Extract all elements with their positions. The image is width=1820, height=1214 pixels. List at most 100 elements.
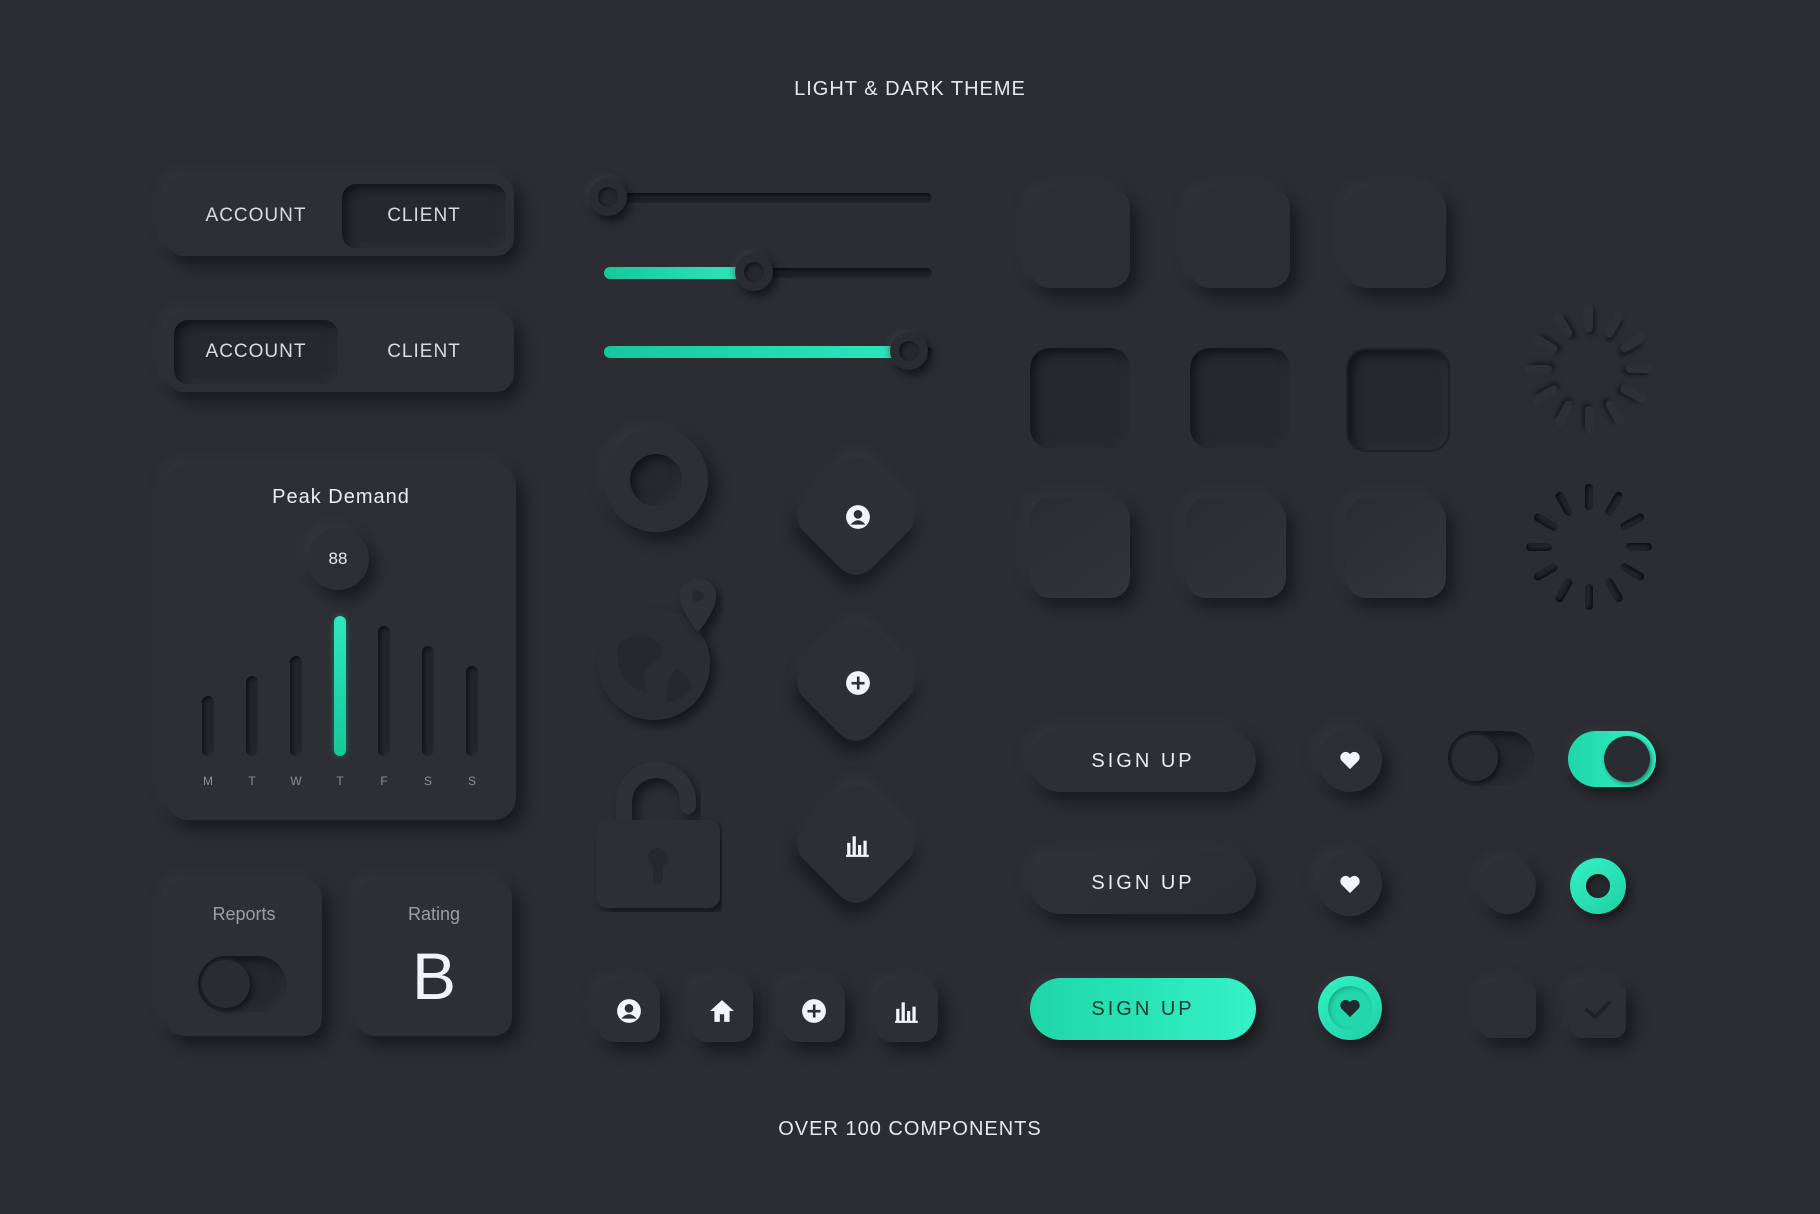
favorite-button-2[interactable] xyxy=(1318,852,1382,916)
day-label: S xyxy=(467,774,476,788)
demand-bar xyxy=(466,666,478,756)
tile-gradient-2[interactable] xyxy=(1186,498,1286,598)
spinner-spoke xyxy=(1554,490,1574,517)
spinner-spoke xyxy=(1619,562,1646,582)
toggle-on[interactable] xyxy=(1568,731,1656,787)
signup-button-raised[interactable]: SIGN UP xyxy=(1030,730,1256,792)
rating-label: Rating xyxy=(407,904,461,924)
home-square-button[interactable] xyxy=(691,980,753,1042)
signup-button-accent[interactable]: SIGN UP xyxy=(1030,978,1256,1040)
user-icon xyxy=(843,502,873,532)
user-icon xyxy=(617,999,641,1023)
toggle-off[interactable] xyxy=(1448,731,1534,785)
reports-card: Reports xyxy=(166,880,322,1036)
tile-pressed-3[interactable] xyxy=(1346,348,1450,452)
slider-3-fill xyxy=(604,346,910,358)
user-square-button[interactable] xyxy=(598,980,660,1042)
tile-gradient-3[interactable] xyxy=(1346,498,1446,598)
day-label: S xyxy=(423,774,432,788)
add-circle-icon xyxy=(802,999,826,1023)
slider-2-handle[interactable] xyxy=(734,253,773,291)
toggle-off-knob xyxy=(1452,735,1498,781)
tile-gradient-1[interactable] xyxy=(1030,498,1130,598)
signup-button-soft[interactable]: SIGN UP xyxy=(1030,852,1256,914)
header-title: LIGHT & DARK THEME xyxy=(794,78,1026,100)
globe-location-icon xyxy=(598,578,716,720)
loading-spinner-raised xyxy=(1526,306,1652,432)
favorite-button-1[interactable] xyxy=(1318,728,1382,792)
segmented-control-2: ACCOUNT CLIENT xyxy=(166,312,514,392)
slider-2-fill xyxy=(604,267,754,279)
spinner-spoke xyxy=(1585,306,1593,332)
spinner-spoke xyxy=(1554,312,1574,339)
radio-on[interactable] xyxy=(1570,858,1626,914)
day-label: T xyxy=(336,774,344,788)
heart-icon xyxy=(1340,999,1360,1018)
tile-pressed-2[interactable] xyxy=(1190,348,1290,448)
favorite-button-active[interactable] xyxy=(1318,976,1382,1040)
day-label: F xyxy=(380,774,388,788)
tile-raised-2[interactable] xyxy=(1190,188,1290,288)
spinner-spoke xyxy=(1619,384,1646,404)
spinner-spoke xyxy=(1604,399,1624,426)
loading-spinner-pressed xyxy=(1526,484,1652,610)
reports-toggle[interactable] xyxy=(198,956,286,1012)
demand-bar xyxy=(422,646,434,756)
bar-chart-icon xyxy=(843,830,873,860)
radio-off[interactable] xyxy=(1480,858,1536,914)
stats-square-button[interactable] xyxy=(876,980,938,1042)
footer-caption: OVER 100 COMPONENTS xyxy=(778,1118,1042,1140)
radio-on-dot xyxy=(1586,874,1610,898)
segment-client[interactable]: CLIENT xyxy=(342,320,506,384)
tile-raised-3[interactable] xyxy=(1346,188,1446,288)
segmented-control-1: ACCOUNT CLIENT xyxy=(166,176,514,256)
add-square-button[interactable] xyxy=(783,980,845,1042)
slider-3[interactable] xyxy=(602,332,952,372)
spinner-spoke xyxy=(1526,543,1552,551)
spinner-spoke xyxy=(1554,577,1574,604)
reports-label: Reports xyxy=(212,904,276,924)
day-label: W xyxy=(290,774,302,788)
ring-icon xyxy=(604,428,708,532)
spinner-spoke xyxy=(1554,399,1574,426)
demand-bar xyxy=(378,626,390,756)
demand-bar xyxy=(246,676,258,756)
tile-raised-1[interactable] xyxy=(1030,188,1130,288)
home-icon xyxy=(710,1000,734,1022)
spinner-spoke xyxy=(1604,577,1624,604)
peak-demand-card: Peak Demand 88 M T W T F S S xyxy=(166,464,516,820)
spinner-spoke xyxy=(1532,334,1559,354)
segment-account[interactable]: ACCOUNT xyxy=(174,184,338,248)
spinner-spoke xyxy=(1585,584,1593,610)
spinner-spoke xyxy=(1626,365,1652,373)
slider-1[interactable] xyxy=(589,178,934,218)
heart-icon xyxy=(1340,875,1360,894)
add-circle-icon xyxy=(843,668,873,698)
rating-card: Rating B xyxy=(356,880,512,1036)
tile-pressed-1[interactable] xyxy=(1030,348,1130,448)
peak-value: 88 xyxy=(328,549,348,568)
checkmark-icon xyxy=(1585,1001,1611,1019)
spinner-spoke xyxy=(1619,512,1646,532)
spinner-spoke xyxy=(1604,312,1624,339)
slider-3-handle[interactable] xyxy=(890,332,929,370)
slider-2[interactable] xyxy=(602,253,934,293)
slider-1-handle[interactable] xyxy=(589,178,627,216)
checkbox-unchecked[interactable] xyxy=(1480,982,1536,1038)
reports-toggle-knob xyxy=(202,960,250,1008)
spinner-spoke xyxy=(1532,562,1559,582)
toggle-on-knob xyxy=(1604,736,1650,782)
day-label: M xyxy=(203,774,213,788)
spinner-spoke xyxy=(1626,543,1652,551)
day-label: T xyxy=(248,774,256,788)
rating-grade: B xyxy=(411,939,457,1013)
demand-bar xyxy=(202,696,214,756)
spinner-spoke xyxy=(1526,365,1552,373)
segment-account-selected[interactable]: ACCOUNT xyxy=(174,320,338,384)
spinner-spoke xyxy=(1532,512,1559,532)
checkbox-checked[interactable] xyxy=(1570,982,1626,1038)
peak-value-bubble: 88 xyxy=(307,528,369,590)
spinner-spoke xyxy=(1604,490,1624,517)
segment-client-selected[interactable]: CLIENT xyxy=(342,184,506,248)
spinner-spoke xyxy=(1585,406,1593,432)
